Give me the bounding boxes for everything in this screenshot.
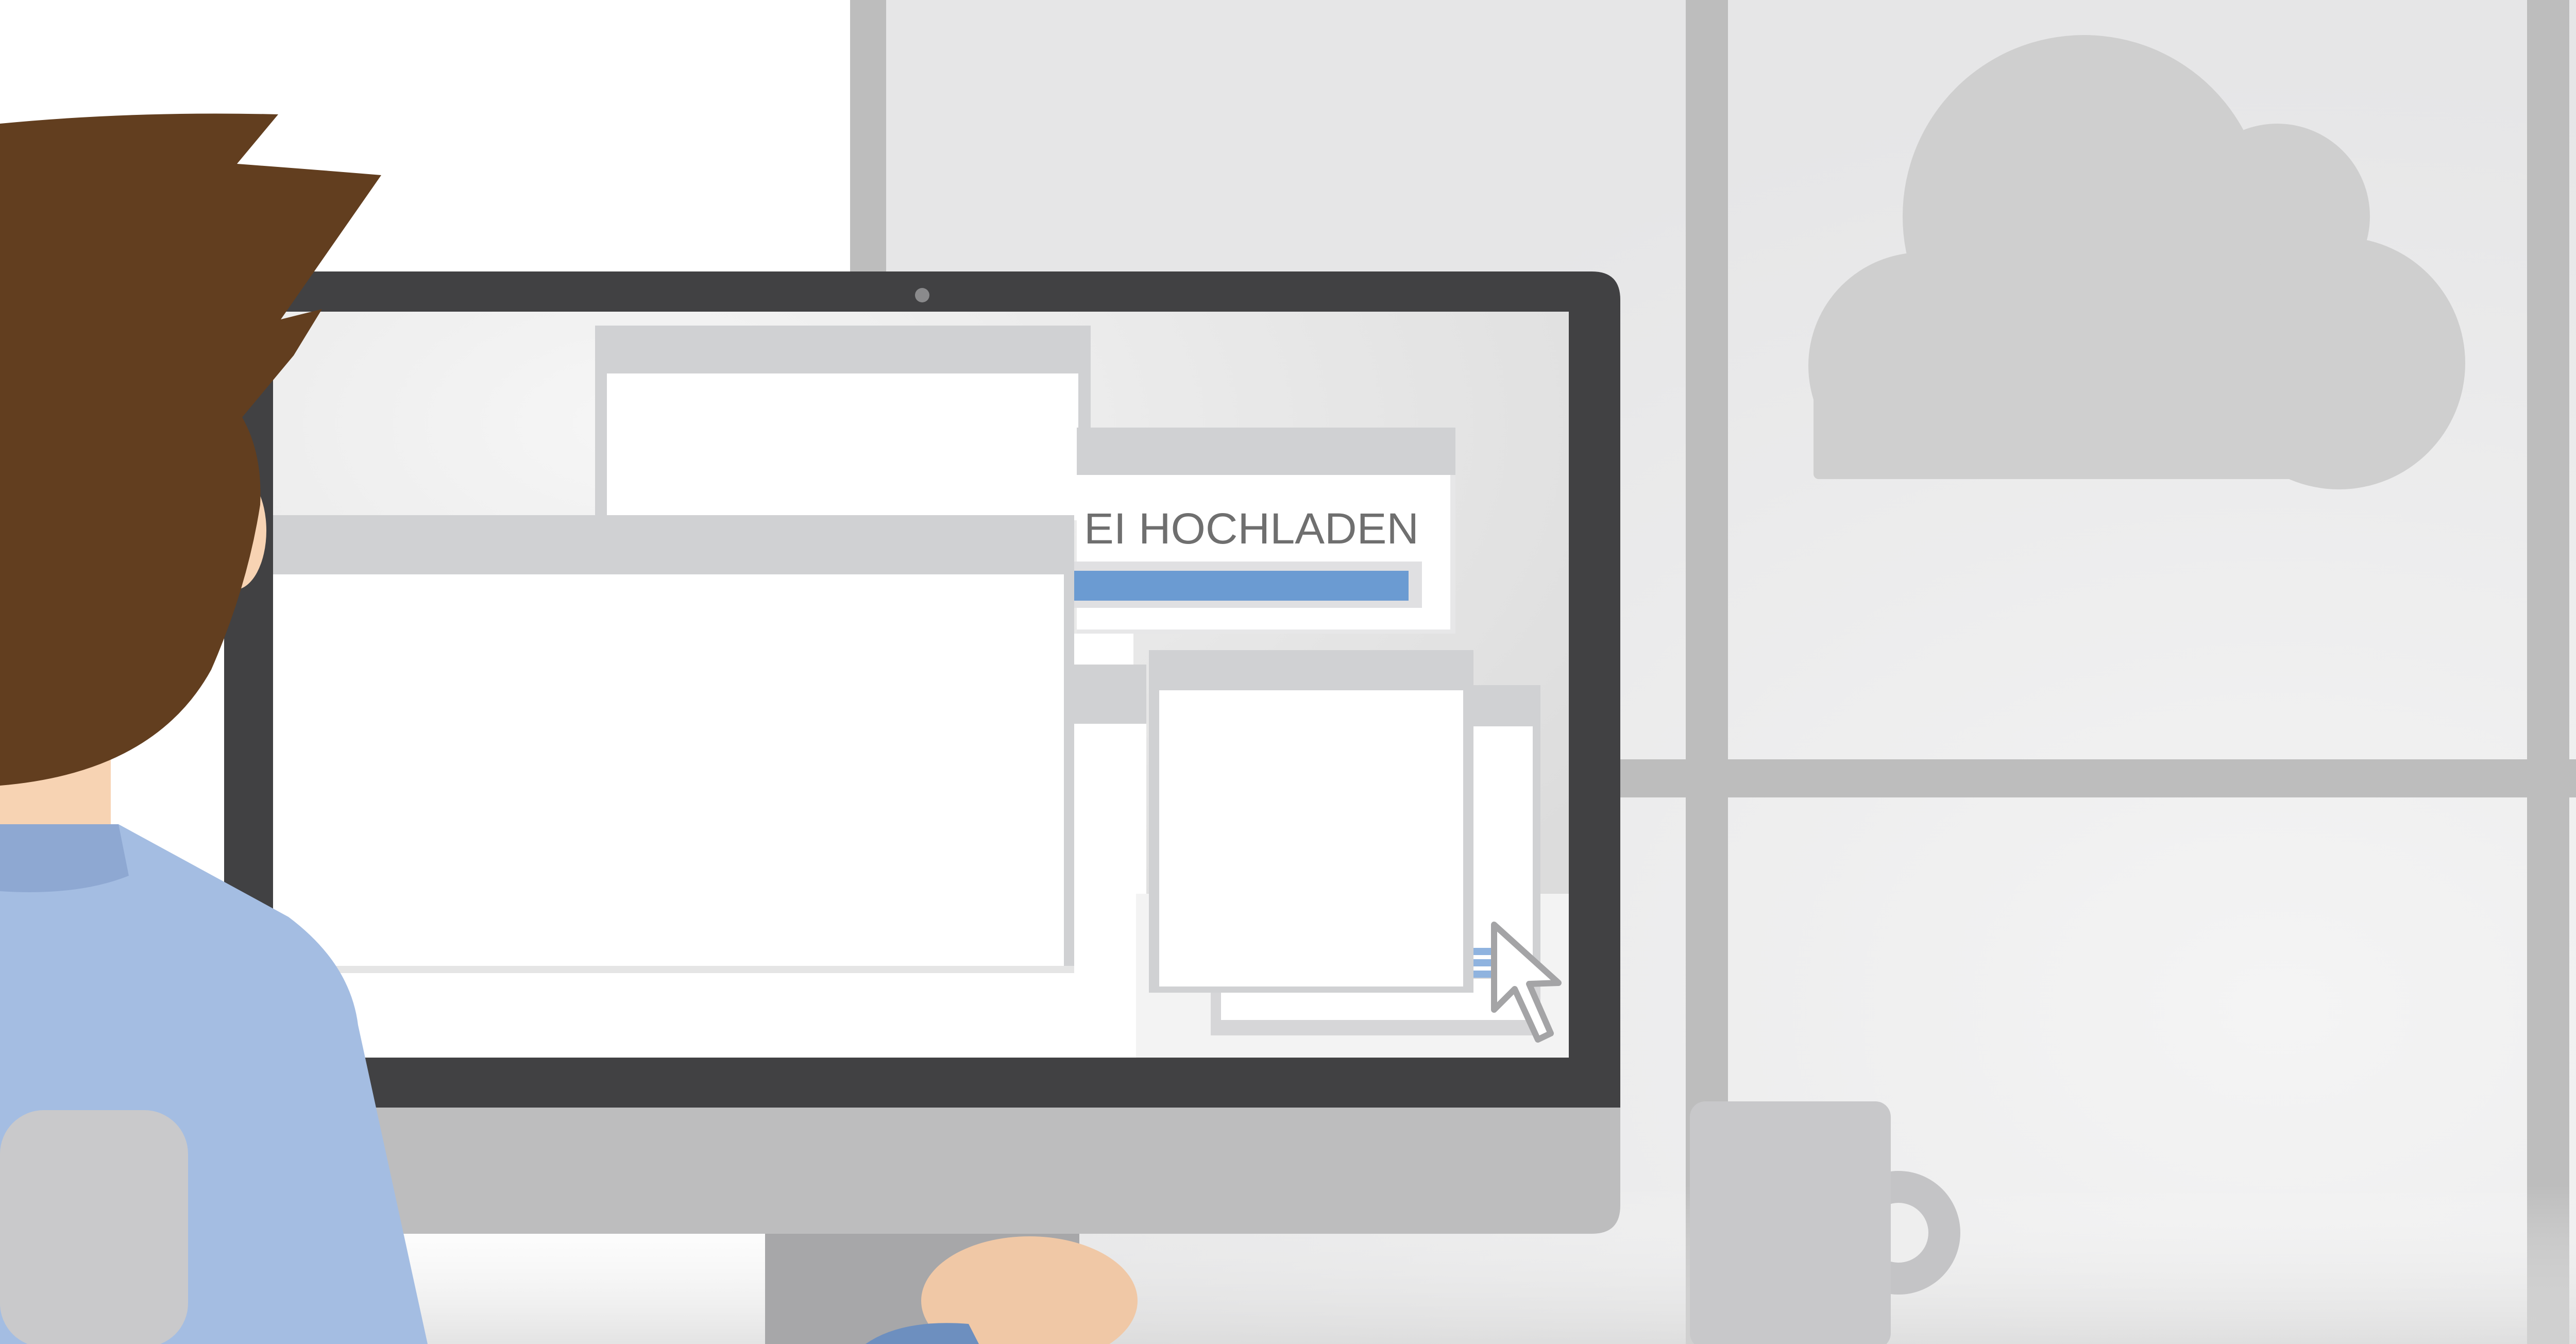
window-frame-post [2527,0,2569,1344]
app-window [595,326,1091,520]
monitor-chin [224,1108,1620,1234]
illustration-scene: EI HOCHLADEN [0,0,2576,1344]
person-collar [0,824,129,892]
monitor-screen: EI HOCHLADEN [273,312,1569,1058]
app-window [1074,634,1133,665]
app-window [325,971,1074,1058]
window-frame-rail [1618,759,2576,797]
upload-dialog: EI HOCHLADEN [1064,428,1455,634]
upload-progress-fill [1064,571,1409,601]
webcam-dot-icon [915,288,929,302]
chair-back [0,1110,188,1344]
window-frame-post [850,0,886,288]
upload-label: EI HOCHLADEN [1084,504,1419,553]
mug-body [1690,1101,1891,1344]
app-window [1072,665,1146,1058]
app-window [273,966,1074,973]
app-window [1149,650,1473,993]
app-window [273,515,1074,976]
monitor: EI HOCHLADEN [224,271,1620,1344]
